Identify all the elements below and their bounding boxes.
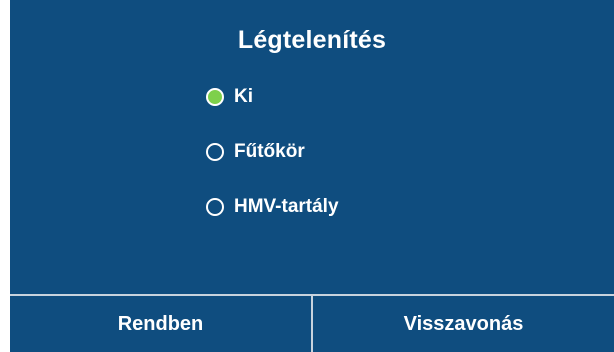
radio-button-selected-icon[interactable] [206,88,224,106]
button-bar: Rendben Visszavonás [10,294,614,352]
option-ki[interactable]: Ki [206,83,339,111]
venting-options: Ki Fűtőkör HMV-tartály [206,83,339,248]
option-futokor[interactable]: Fűtőkör [206,138,339,166]
dialog-title: Légtelenítés [237,26,387,54]
radio-button-icon[interactable] [206,198,224,216]
radio-button-icon[interactable] [206,143,224,161]
option-hmv-tartaly[interactable]: HMV-tartály [206,193,339,221]
ok-button[interactable]: Rendben [10,296,313,352]
option-label: HMV-tartály [234,196,339,217]
venting-dialog: Légtelenítés Ki Fűtőkör HMV-tartály Rend… [10,0,614,352]
option-label: Ki [234,86,253,107]
cancel-button[interactable]: Visszavonás [313,296,614,352]
option-label: Fűtőkör [234,141,305,162]
